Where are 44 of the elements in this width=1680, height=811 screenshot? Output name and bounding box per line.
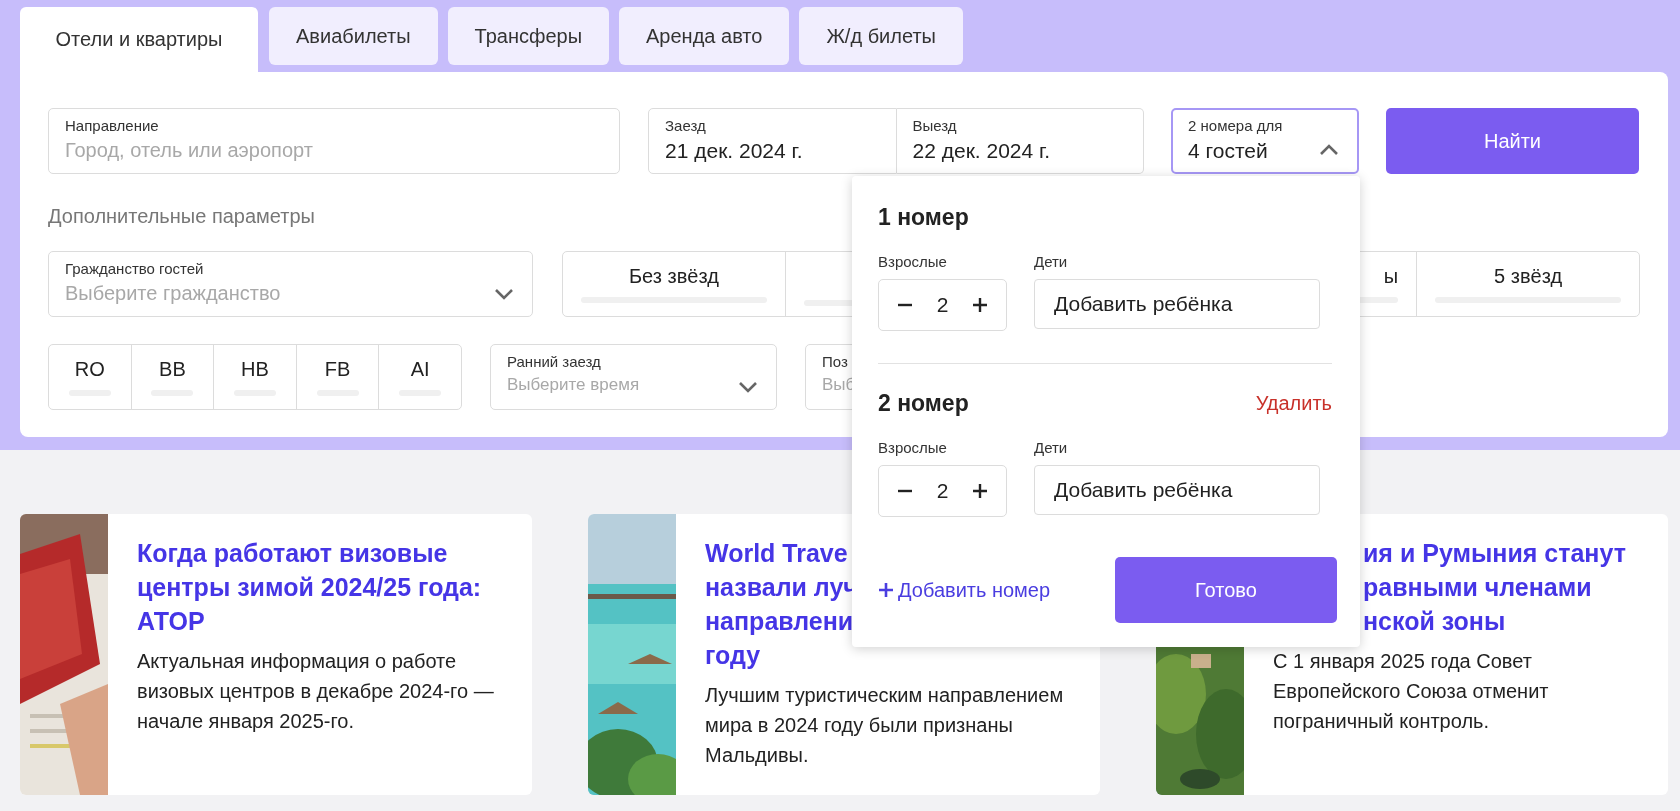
plus-icon[interactable] (972, 483, 988, 499)
meal-option[interactable]: RO (49, 345, 131, 409)
article-summary: Лучшим туристическим направлением мира в 2024 году были признаны Мальдивы. (705, 683, 1065, 768)
plus-icon (878, 582, 894, 598)
search-button[interactable]: Найти (1386, 108, 1639, 174)
add-room-link[interactable]: Добавить номер (878, 578, 1051, 602)
adults-stepper[interactable]: 2 (878, 279, 1007, 331)
tab[interactable]: Авиабилеты (269, 7, 438, 65)
article-card[interactable]: Когда работают визовые центры зимой 2024/25 года: АТОР Актуальная информация о работе визовых центров в декабре 2024-го — начале января 2025-го. (20, 514, 532, 795)
plus-icon[interactable] (972, 297, 988, 313)
article-summary: С 1 января 2025 года Совет Европейского Союза отменит пограничный контроль. (1273, 649, 1550, 734)
adults-stepper[interactable]: 2 (878, 465, 1007, 517)
add-child-button[interactable]: Добавить ребёнка (1034, 465, 1320, 515)
room-title: 1 номер (878, 204, 969, 231)
chevron-icon (1319, 144, 1339, 156)
citizenship-select[interactable]: Гражданство гостей Выберите гражданство (48, 251, 533, 317)
remove-link[interactable]: Удалить (1255, 392, 1332, 415)
star-option[interactable]: Без звёзд (563, 252, 785, 316)
section-title: Дополнительные параметры (48, 205, 315, 228)
checkout-field[interactable]: Выезд 22 дек. 2024 г. (896, 108, 1144, 174)
tab[interactable]: Ж/д билеты (799, 7, 963, 65)
star-option[interactable]: 5 звёзд (1416, 252, 1639, 316)
chevron-down-icon (738, 381, 758, 393)
room-title: 2 номер (878, 390, 969, 417)
destination-field[interactable]: Направление Город, отель или аэропорт (48, 108, 620, 174)
meal-option[interactable]: HB (213, 345, 296, 409)
chevron-down-icon (494, 288, 514, 300)
add-child-button[interactable]: Добавить ребёнка (1034, 279, 1320, 329)
tab[interactable]: Аренда авто (619, 7, 790, 65)
children-label: Дети (1034, 439, 1069, 456)
guests-field[interactable]: 2 номера для 4 гостей (1171, 108, 1359, 174)
meal-option[interactable]: AI (378, 345, 461, 409)
meal-option[interactable]: BB (130, 345, 214, 409)
early-checkin-select[interactable]: Ранний заезд Выберите время (490, 344, 777, 410)
tab[interactable]: Отели и квартиры (20, 7, 258, 72)
meal-option[interactable]: FB (295, 345, 379, 409)
article-title[interactable]: Когда работают визовые центры зимой 2024/25 года: АТОР (137, 536, 508, 638)
tab[interactable]: Трансферы (447, 7, 610, 65)
adults-label: Взрослые (878, 439, 948, 456)
article-summary: Актуальная информация о работе визовых центров в декабре 2024-го — начале января 2025-го. (137, 649, 495, 734)
children-label: Дети (1034, 253, 1069, 270)
checkin-field[interactable]: Заезд 21 дек. 2024 г. (648, 108, 897, 174)
done-button[interactable]: Готово (1115, 557, 1337, 623)
adults-label: Взрослые (878, 253, 948, 270)
